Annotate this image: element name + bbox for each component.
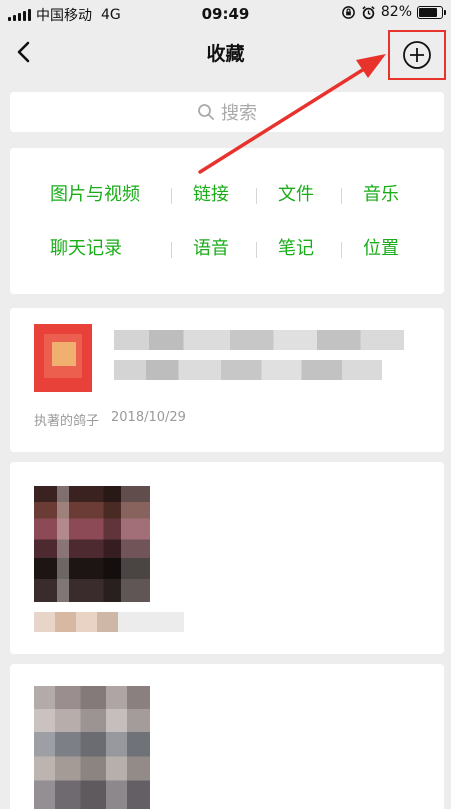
category-divider [256, 188, 257, 204]
battery-fill [419, 7, 438, 17]
item-date: 2018/10/29 [111, 410, 186, 425]
nav-bar: 收藏 [0, 28, 451, 80]
category-files[interactable]: 文件 [278, 180, 314, 206]
item-thumbnail [34, 486, 150, 602]
category-notes[interactable]: 笔记 [278, 234, 314, 260]
category-divider [171, 242, 172, 258]
category-divider [171, 188, 172, 204]
lock-rotation-icon [342, 5, 355, 19]
item-source: 执著的鸽子 [34, 414, 100, 429]
blurred-title [114, 360, 382, 380]
category-divider [341, 188, 342, 204]
category-divider [256, 242, 257, 258]
add-circle-icon [403, 41, 431, 69]
battery-icon [417, 5, 446, 19]
item-thumbnail [34, 324, 92, 392]
battery-percent: 82% [380, 4, 412, 20]
search-icon [198, 104, 214, 120]
category-row: 图片与视频 链接 文件 音乐 [10, 180, 444, 210]
item-thumbnail [34, 686, 150, 809]
favorite-item[interactable]: 执著的鸽子 2018/10/29 [10, 308, 444, 452]
category-location[interactable]: 位置 [363, 234, 399, 260]
item-meta: 执著的鸽子 2018/10/29 [34, 410, 186, 429]
category-panel: 图片与视频 链接 文件 音乐 聊天记录 语音 笔记 位置 [10, 148, 444, 294]
blurred-meta [34, 612, 184, 632]
category-links[interactable]: 链接 [193, 180, 229, 206]
category-music[interactable]: 音乐 [363, 180, 399, 206]
add-button[interactable] [388, 30, 446, 80]
favorite-item[interactable] [10, 664, 444, 809]
category-voice[interactable]: 语音 [193, 234, 229, 260]
category-chat-history[interactable]: 聊天记录 [50, 234, 122, 260]
status-bar: 中国移动 4G 09:49 82% [0, 0, 451, 28]
category-photos-videos[interactable]: 图片与视频 [50, 180, 140, 206]
category-row: 聊天记录 语音 笔记 位置 [10, 234, 444, 264]
category-divider [341, 242, 342, 258]
search-placeholder: 搜索 [221, 103, 257, 124]
favorite-item[interactable] [10, 462, 444, 654]
search-bar[interactable]: 搜索 [10, 92, 444, 132]
page-title: 收藏 [206, 43, 245, 65]
alarm-icon [362, 5, 375, 19]
blurred-title [114, 330, 404, 350]
